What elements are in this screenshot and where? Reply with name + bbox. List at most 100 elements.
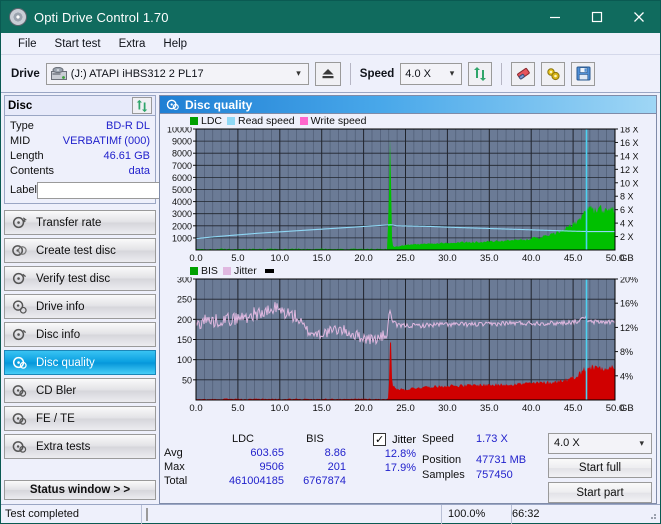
svg-text:4%: 4% [620, 371, 633, 381]
jitter-column: ✓ Jitter 12.8% 17.9% [346, 433, 416, 503]
stats-total-ldc: 461004185 [228, 475, 284, 487]
stats-max-bis: 201 [327, 461, 346, 473]
svg-text:35.0: 35.0 [480, 403, 499, 414]
svg-text:45.0: 45.0 [564, 253, 583, 264]
disc-label-row: Label [10, 180, 240, 200]
chart-bottom[interactable]: 300 250 200 150 100 50 20% 16% 12% 8% 4% 0.0 5.0 10.0… [162, 277, 654, 414]
disc-panel-title: Disc [8, 99, 33, 112]
test-speed-value: 4.0 X [554, 437, 580, 450]
svg-text:8000: 8000 [172, 149, 192, 159]
menu-extra[interactable]: Extra [110, 36, 155, 52]
svg-text:35.0: 35.0 [480, 253, 499, 264]
window-title: Opti Drive Control 1.70 [34, 9, 169, 25]
position-label: Position [422, 454, 462, 466]
svg-text:8 X: 8 X [620, 192, 634, 202]
svg-text:6000: 6000 [172, 173, 192, 183]
refresh-button[interactable] [468, 61, 493, 86]
sidebar-item-verify-test-disc[interactable]: Verify test disc [4, 266, 156, 291]
svg-text:40.0: 40.0 [522, 253, 541, 264]
eraser-icon [516, 67, 530, 79]
eject-icon [322, 69, 334, 79]
tools-button[interactable] [541, 61, 566, 86]
disc-panel-header: Disc [5, 96, 155, 116]
test-speed-select[interactable]: 4.0 X ▾ [548, 433, 652, 454]
menu-help[interactable]: Help [154, 36, 196, 52]
svg-text:10000: 10000 [167, 127, 192, 135]
resize-grip-icon[interactable] [646, 509, 658, 521]
toolbar-separator-1 [349, 62, 351, 85]
start-part-button[interactable]: Start part [548, 482, 652, 504]
stats-total-bis: 6767874 [303, 475, 346, 487]
svg-text:20.0: 20.0 [354, 403, 373, 414]
drive-select[interactable]: (J:) ATAPI iHBS312 2 PL17 ▾ [45, 62, 309, 85]
svg-text:2 X: 2 X [620, 232, 634, 242]
svg-text:14 X: 14 X [620, 151, 639, 161]
sidebar-item-create-test-disc[interactable]: Create test disc [4, 238, 156, 263]
legend-swatch-jitter [222, 266, 231, 275]
verify-test-disc-icon [12, 272, 27, 285]
speed-select[interactable]: 4.0 X ▾ [400, 62, 463, 85]
minimize-icon[interactable] [534, 1, 576, 33]
charts-container: LDC Read speed Write speed 10000 9000 8000… [160, 114, 656, 431]
legend-item-write-speed: Write speed [299, 114, 367, 127]
sidebar-item-cd-bler[interactable]: CD Bler [4, 378, 156, 403]
legend-item-read-speed: Read speed [227, 115, 295, 127]
svg-text:12%: 12% [620, 323, 638, 333]
disc-key-contents: Contents [10, 164, 55, 177]
samples-label: Samples [422, 469, 465, 481]
sidebar-label: Create test disc [36, 244, 116, 257]
sidebar-item-transfer-rate[interactable]: Transfer rate [4, 210, 156, 235]
sidebar-label: Disc info [36, 328, 81, 341]
speed-label: Speed [359, 67, 395, 80]
disc-row-mid: MID VERBATIMf (000) [10, 133, 150, 148]
menu-start-test[interactable]: Start test [46, 36, 110, 52]
menu-file[interactable]: File [9, 36, 46, 52]
svg-text:45.0: 45.0 [564, 403, 583, 414]
svg-text:4 X: 4 X [620, 219, 634, 229]
sidebar-item-fe-te[interactable]: FE / TE [4, 406, 156, 431]
jitter-checkbox[interactable]: ✓ [373, 433, 387, 446]
position-value: 47731 MB [476, 454, 527, 466]
disc-row-length: Length 46.61 GB [10, 148, 150, 163]
svg-text:10.0: 10.0 [271, 403, 290, 414]
svg-text:0.0: 0.0 [189, 403, 202, 414]
disc-value-contents: data [128, 164, 150, 177]
create-test-disc-icon [12, 245, 27, 256]
status-window-button[interactable]: Status window > > [4, 480, 156, 500]
speed-stat-value: 1.73 X [476, 433, 508, 445]
legend-label-read-speed: Read speed [238, 114, 295, 127]
save-button[interactable] [571, 61, 596, 86]
svg-text:200: 200 [177, 315, 192, 325]
sidebar-item-disc-quality[interactable]: Disc quality [4, 350, 156, 375]
disc-refresh-button[interactable] [132, 97, 152, 114]
disc-value-type: BD-R DL [105, 119, 150, 132]
toolbar-separator-2 [501, 62, 503, 85]
close-icon[interactable] [618, 1, 660, 33]
svg-text:4000: 4000 [172, 197, 192, 207]
disc-value-mid: VERBATIMf (000) [62, 134, 150, 147]
sidebar-label: Disc quality [36, 356, 95, 369]
svg-text:15.0: 15.0 [312, 403, 331, 414]
eject-button[interactable] [314, 61, 341, 86]
svg-text:250: 250 [177, 295, 192, 305]
legend-bottom: BIS Jitter [162, 264, 654, 277]
stats-corner [164, 433, 202, 445]
svg-text:2000: 2000 [172, 221, 192, 231]
main-panel: Disc quality LDC Read speed Write speed … [159, 95, 657, 504]
sidebar-item-disc-info[interactable]: Disc info [4, 322, 156, 347]
sidebar-item-drive-info[interactable]: Drive info [4, 294, 156, 319]
chart-top[interactable]: 10000 9000 8000 7000 6000 5000 4000 3000 2000 100… [162, 127, 654, 264]
svg-text:30.0: 30.0 [438, 253, 457, 264]
legend-label-write-speed: Write speed [310, 114, 367, 127]
jitter-avg: 12.8% [384, 448, 416, 460]
sidebar-label: Drive info [36, 300, 85, 313]
svg-text:25.0: 25.0 [396, 253, 415, 264]
jitter-label: Jitter [392, 433, 416, 446]
start-full-button[interactable]: Start full [548, 457, 652, 479]
erase-button[interactable] [511, 61, 536, 86]
svg-text:1000: 1000 [172, 233, 192, 243]
stats-panel: LDC BIS Avg 603.65 8.86 Max 9506 201 Tot… [160, 431, 656, 504]
maximize-icon[interactable] [576, 1, 618, 33]
svg-text:GB: GB [620, 253, 634, 264]
sidebar-item-extra-tests[interactable]: Extra tests [4, 434, 156, 459]
